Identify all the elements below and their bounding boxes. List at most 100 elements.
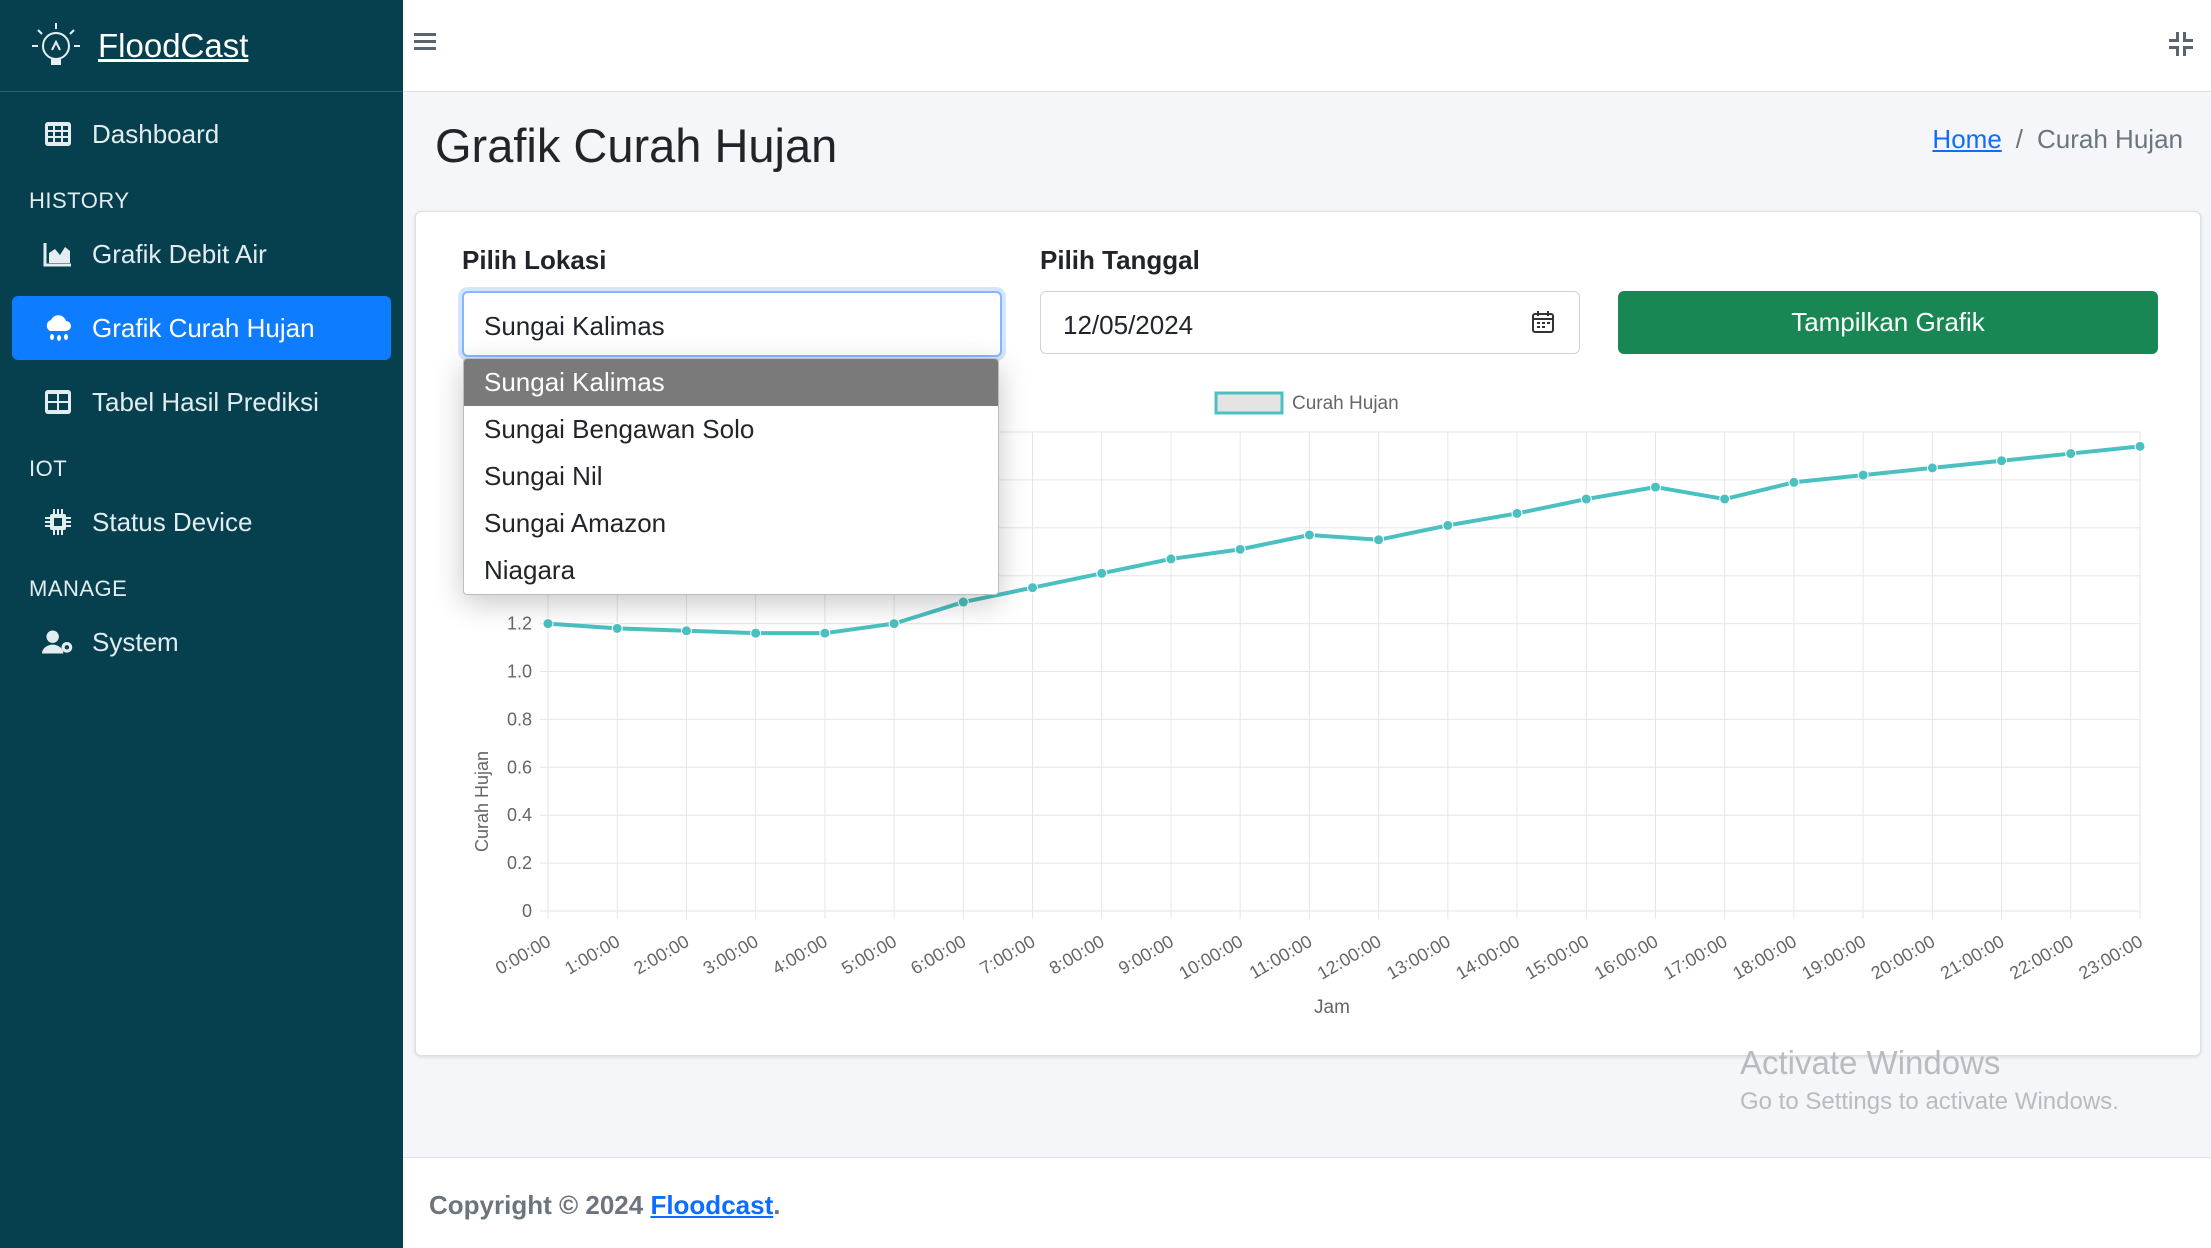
x-tick-label: 5:00:00 [838,931,900,978]
data-point [1373,534,1385,546]
legend-label: Curah Hujan [1292,393,1399,414]
footer: Copyright © 2024 Floodcast. [403,1157,2211,1248]
data-point [1926,462,1938,474]
top-navbar [403,0,2211,92]
breadcrumb-home-link[interactable]: Home [1932,124,2001,155]
sidebar-item-label: Tabel Hasil Prediksi [92,386,319,417]
x-tick-label: 22:00:00 [2006,931,2077,983]
dropdown-option[interactable]: Niagara [464,547,998,594]
copyright-suffix: . [773,1190,781,1220]
watermark-line1: Activate Windows [1740,1044,2001,1081]
cloud-rain-icon [42,312,74,344]
dropdown-option[interactable]: Sungai Kalimas [464,359,998,406]
sidebar-item-label: Dashboard [92,118,220,149]
x-tick-label: 3:00:00 [700,931,762,978]
sidebar-item-label: Status Device [92,506,253,537]
sidebar-item-label: Grafik Debit Air [92,238,267,269]
data-point [1996,455,2008,467]
dropdown-option[interactable]: Sungai Amazon [464,500,998,547]
x-tick-label: 4:00:00 [769,931,831,978]
x-tick-label: 9:00:00 [1115,931,1177,978]
data-point [1788,476,1800,488]
footer-link[interactable]: Floodcast [650,1190,773,1220]
location-select[interactable]: Sungai Kalimas [462,291,1002,357]
y-axis-title: Curah Hujan [472,751,492,852]
microchip-icon [42,506,74,538]
brand-name[interactable]: FloodCast [98,27,248,65]
breadcrumb: Home / Curah Hujan [1932,124,2183,155]
breadcrumb-separator: / [2015,124,2024,154]
dropdown-option[interactable]: Sungai Nil [464,453,998,500]
x-tick-label: 2:00:00 [630,931,692,978]
sidebar-item-grafik-debit-air[interactable]: Grafik Debit Air [12,222,391,286]
sidebar-item-system[interactable]: System [12,610,391,674]
sidebar-item-label: System [92,626,179,657]
data-point [957,596,969,608]
table-grid-icon [42,118,74,150]
x-tick-label: 7:00:00 [977,931,1039,978]
x-tick-label: 8:00:00 [1046,931,1108,978]
data-point [542,618,554,630]
fullscreen-compress-icon[interactable] [2167,30,2199,62]
data-point [1096,567,1108,579]
nav-header-history: HISTORY [29,188,130,213]
nav-header-manage: MANAGE [29,576,128,601]
x-tick-label: 13:00:00 [1383,931,1454,983]
x-tick-label: 15:00:00 [1522,931,1593,983]
lightbulb-logo-icon [28,18,84,74]
data-point [680,625,692,637]
x-tick-label: 12:00:00 [1314,931,1385,983]
data-point [1234,543,1246,555]
date-label: Pilih Tanggal [1040,245,1200,275]
watermark-line2: Go to Settings to activate Windows. [1740,1088,2119,1115]
x-tick-label: 16:00:00 [1591,931,1662,983]
y-tick-label: 0.4 [507,805,532,825]
area-chart-icon [42,238,74,270]
calendar-icon[interactable] [1531,310,1557,336]
data-point [1027,582,1039,594]
x-tick-label: 18:00:00 [1729,931,1800,983]
activate-windows-watermark: Activate Windows Go to Settings to activ… [1740,1044,2119,1116]
y-tick-label: 0.6 [507,757,532,777]
brand[interactable]: FloodCast [0,0,403,92]
data-point [750,627,762,639]
data-point [2065,448,2077,460]
data-point [1165,553,1177,565]
y-tick-label: 1.2 [507,614,532,634]
sidebar-item-status-device[interactable]: Status Device [12,490,391,554]
breadcrumb-current: Curah Hujan [2037,124,2183,154]
copyright-prefix: Copyright © 2024 [429,1190,651,1220]
user-gear-icon [42,626,74,658]
x-tick-label: 10:00:00 [1175,931,1246,983]
x-tick-label: 14:00:00 [1452,931,1523,983]
sidebar-item-dashboard[interactable]: Dashboard [12,102,391,166]
y-tick-label: 0 [522,901,532,921]
y-tick-label: 0.2 [507,853,532,873]
x-tick-label: 17:00:00 [1660,931,1731,983]
sidebar-item-grafik-curah-hujan[interactable]: Grafik Curah Hujan [12,296,391,360]
nav-header-iot: IOT [29,456,68,481]
x-tick-label: 11:00:00 [1246,931,1316,983]
location-dropdown-list: Sungai Kalimas Sungai Bengawan Solo Sung… [463,358,999,595]
data-point [1580,493,1592,505]
x-axis-title: Jam [1314,997,1350,1018]
page-title: Grafik Curah Hujan [435,119,838,172]
sidebar-item-tabel-hasil-prediksi[interactable]: Tabel Hasil Prediksi [12,370,391,434]
data-point [888,618,900,630]
data-point [2134,440,2146,452]
data-point [1857,469,1869,481]
x-tick-label: 6:00:00 [907,931,969,978]
x-tick-label: 19:00:00 [1798,931,1869,983]
x-tick-label: 20:00:00 [1868,931,1939,983]
data-point [1719,493,1731,505]
hamburger-menu-icon[interactable] [413,30,443,60]
dropdown-option[interactable]: Sungai Bengawan Solo [464,406,998,453]
table-icon [42,386,74,418]
y-tick-label: 0.8 [507,709,532,729]
show-chart-button[interactable]: Tampilkan Grafik [1618,291,2158,354]
y-tick-label: 1.0 [507,662,532,682]
date-input[interactable]: 12/05/2024 [1040,291,1580,354]
copyright-text: Copyright © 2024 Floodcast. [429,1190,780,1221]
x-tick-label: 21:00:00 [1937,931,2008,983]
data-point [1511,507,1523,519]
